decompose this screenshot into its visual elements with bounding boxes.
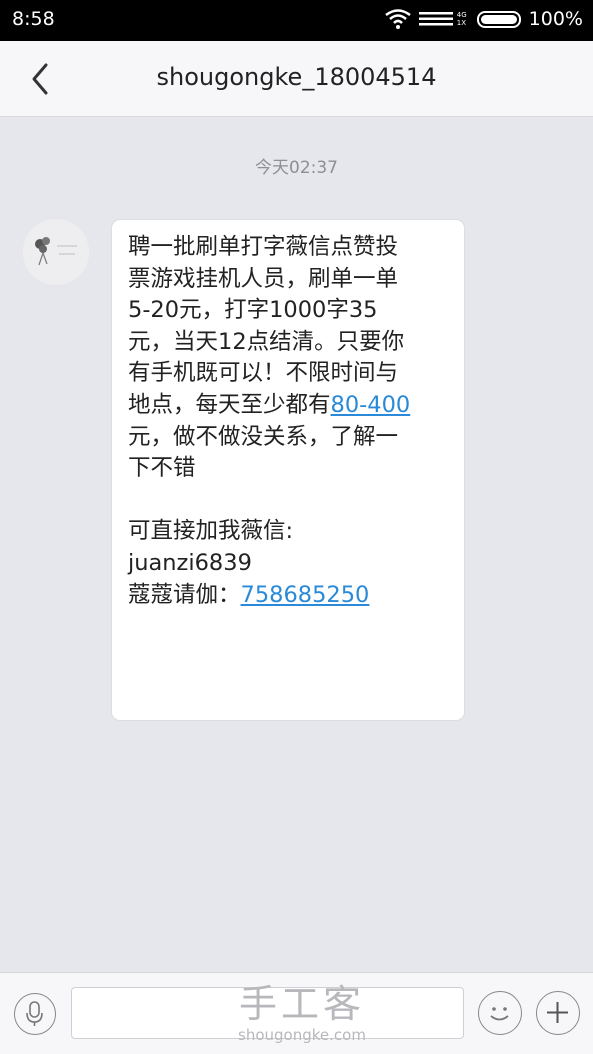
phone-number-link[interactable]: 758685250 xyxy=(241,582,370,608)
message-line: 地点，每天至少都有80-400 xyxy=(128,390,450,422)
emoji-button[interactable] xyxy=(478,991,522,1035)
message-text: 蔻蔻请伽： xyxy=(128,581,241,608)
message-line: 聘一批刷单打字薇信点赞投 xyxy=(128,234,399,260)
compose-bar xyxy=(0,972,593,1054)
message-text: 地点，每天至少都有 xyxy=(128,391,331,418)
message-line: juanzi6839 xyxy=(128,549,252,576)
signal-icon xyxy=(418,12,453,26)
battery-icon xyxy=(476,10,521,28)
voice-input-button[interactable] xyxy=(14,993,56,1035)
message-line: 票游戏挂机人员，刷单一单 xyxy=(128,265,399,292)
avatar[interactable] xyxy=(23,219,89,285)
plus-icon xyxy=(547,1002,568,1023)
status-time: 8:58 xyxy=(12,8,55,30)
message-thread[interactable]: 今天02:37 聘一批刷单打字薇信点赞投 票游戏挂机人员，刷单一单 5-20元，… xyxy=(0,117,593,972)
message-line: 元，做不做没关系，了解一 xyxy=(128,423,399,450)
battery-percent: 100% xyxy=(528,8,583,30)
number-link[interactable]: 80-400 xyxy=(331,392,411,418)
wifi-icon xyxy=(385,9,411,29)
conversation-header: shougongke_18004514 xyxy=(0,41,593,117)
network-top-label: 4G xyxy=(456,11,467,19)
message-input[interactable] xyxy=(71,987,464,1039)
emoji-icon xyxy=(490,1007,509,1021)
message-line: 蔻蔻请伽：758685250 xyxy=(128,580,450,612)
message-line: 可直接加我薇信: xyxy=(128,518,294,545)
message-line: 5-20元，打字1000字35 xyxy=(128,297,378,324)
status-bar: 8:58 4G 1X 100% xyxy=(0,0,593,41)
message-line: 下不错 xyxy=(128,455,196,482)
network-bottom-label: 1X xyxy=(456,19,467,27)
status-icons: 4G 1X 100% xyxy=(385,8,583,30)
message-line: 元，当天12点结清。只要你 xyxy=(128,328,405,355)
message-line: 有手机既可以！不限时间与 xyxy=(128,360,399,387)
message-bubble[interactable]: 聘一批刷单打字薇信点赞投 票游戏挂机人员，刷单一单 5-20元，打字1000字3… xyxy=(112,220,464,720)
contact-title: shougongke_18004514 xyxy=(156,63,437,91)
network-type: 4G 1X xyxy=(457,11,467,27)
attach-button[interactable] xyxy=(536,991,580,1035)
message-timestamp: 今天02:37 xyxy=(255,158,338,178)
avatar-flower-image xyxy=(23,219,89,285)
mic-icon xyxy=(26,1001,43,1026)
